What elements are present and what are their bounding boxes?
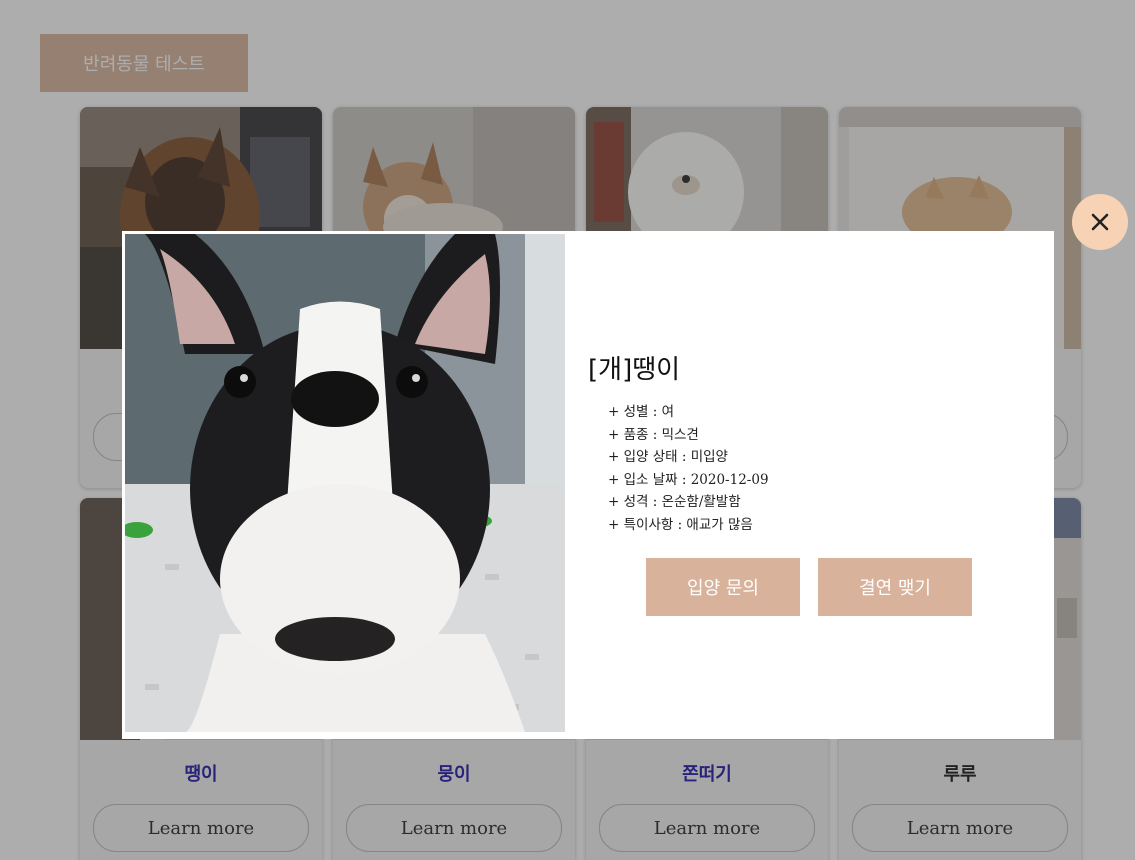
pet-detail-photo — [125, 234, 565, 732]
close-icon — [1091, 213, 1109, 231]
sponsorship-button[interactable]: 결연 맺기 — [818, 558, 972, 616]
info-intake-date: + 입소 날짜 : 2020-12-09 — [608, 471, 769, 488]
pet-info-list: + 성별 : 여 + 품종 : 믹스견 + 입양 상태 : 미입양 + 입소 날… — [608, 401, 769, 536]
close-modal-button[interactable] — [1072, 194, 1128, 250]
modal-title: [개]땡이 — [588, 355, 681, 385]
info-notes: + 특이사항 : 애교가 많음 — [608, 516, 753, 533]
pet-detail-modal: [개]땡이 + 성별 : 여 + 품종 : 믹스견 + 입양 상태 : 미입양 … — [122, 231, 1054, 739]
info-breed: + 품종 : 믹스견 — [608, 426, 699, 443]
info-adoption-status: + 입양 상태 : 미입양 — [608, 449, 728, 465]
adoption-inquiry-button[interactable]: 입양 문의 — [646, 558, 800, 616]
info-personality: + 성격 : 온순함/활발함 — [608, 494, 741, 510]
info-gender: + 성별 : 여 — [608, 404, 674, 420]
